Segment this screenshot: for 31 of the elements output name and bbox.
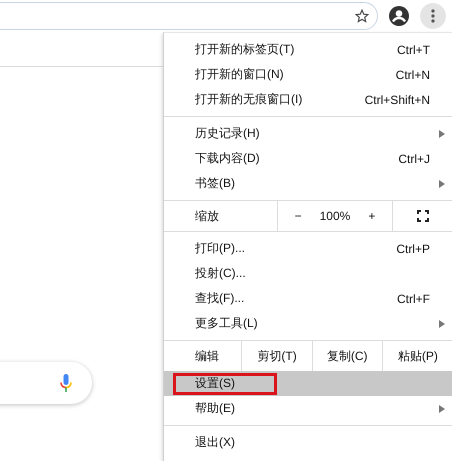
edit-button[interactable]: 粘贴(P) (394, 341, 442, 371)
menu-item[interactable]: 打开新的窗口(N) Ctrl+N (164, 62, 452, 87)
menu-icon (431, 9, 435, 23)
menu-item[interactable]: 打开新的无痕窗口(I) Ctrl+Shift+N (164, 87, 452, 112)
bookmark-star-icon[interactable] (355, 9, 369, 23)
menu-button[interactable] (420, 3, 446, 29)
edit-button[interactable]: 剪切(T) (253, 341, 301, 371)
menu-item[interactable]: 退出(X) (164, 430, 452, 455)
submenu-arrow-icon (439, 405, 445, 413)
menu-item[interactable]: 打开新的标签页(T) Ctrl+T (164, 37, 452, 62)
menu-item[interactable]: 历史记录(H) (164, 121, 452, 146)
menu-item[interactable]: 设置(S) (164, 371, 452, 396)
menu-item[interactable]: 下载内容(D) Ctrl+J (164, 146, 452, 171)
edit-label: 编辑 (194, 348, 220, 364)
submenu-arrow-icon (439, 130, 445, 138)
menu-item[interactable]: 更多工具(L) (164, 311, 452, 336)
submenu-arrow-icon (439, 180, 445, 188)
menu-item[interactable]: 投射(C)... (164, 261, 452, 286)
edit-button[interactable]: 复制(C) (322, 341, 372, 371)
zoom-level: 100% (318, 209, 352, 223)
microphone-icon[interactable] (60, 374, 72, 392)
menu-item[interactable]: 书签(B) (164, 171, 452, 196)
menu-item[interactable]: 帮助(E) (164, 396, 452, 421)
submenu-arrow-icon (439, 320, 445, 328)
zoom-label: 缩放 (194, 208, 220, 224)
profile-icon[interactable] (389, 6, 409, 26)
menu-item[interactable]: 查找(F)... Ctrl+F (164, 286, 452, 311)
zoom-out-button[interactable]: − (290, 201, 306, 231)
fullscreen-icon[interactable] (417, 210, 430, 222)
zoom-in-button[interactable]: + (364, 201, 380, 231)
menu-item[interactable]: 打印(P)... Ctrl+P (164, 236, 452, 261)
